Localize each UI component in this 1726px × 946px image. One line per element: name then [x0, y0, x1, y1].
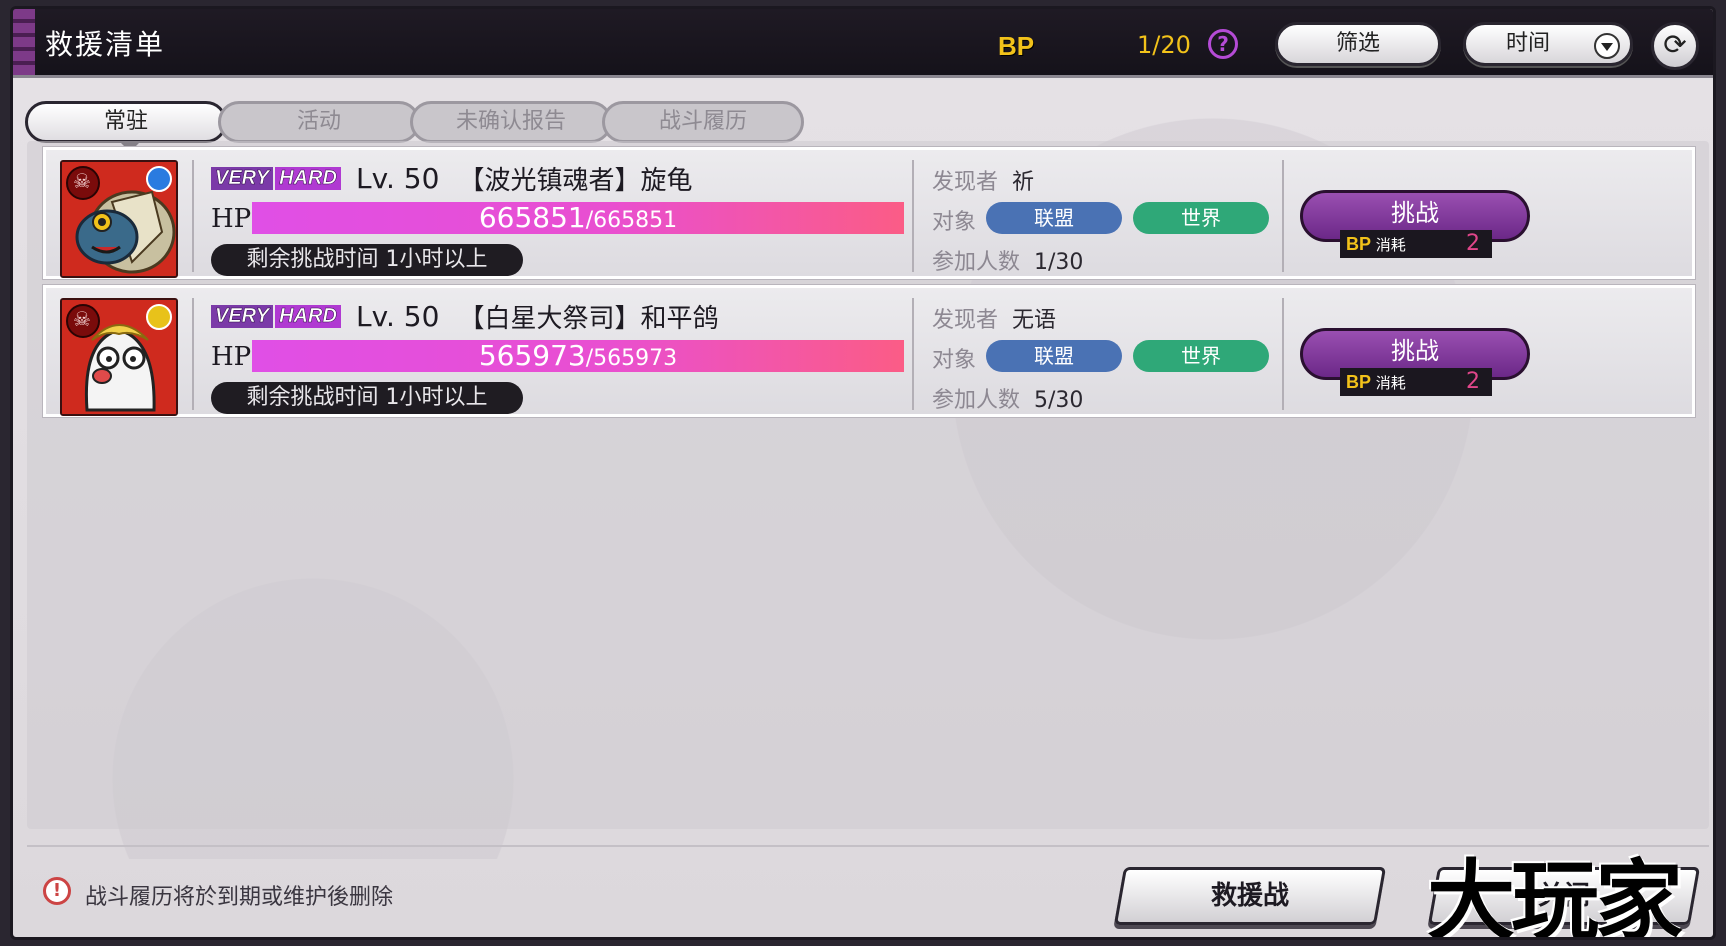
target-alliance-badge: 联盟	[986, 202, 1122, 234]
target-world-badge: 世界	[1133, 202, 1269, 234]
divider	[912, 298, 914, 410]
participants-line: 参加人数 5/30	[932, 382, 1083, 414]
divider	[1282, 160, 1284, 272]
skull-icon	[66, 304, 100, 338]
divider	[1282, 298, 1284, 410]
raid-list: VERYHARD Lv. 50 【波光镇魂者】旋龟 HP 665851/6658…	[27, 141, 1709, 829]
hp-bar: 665851/665851	[252, 202, 904, 234]
participants-count: 1/30	[1034, 250, 1084, 275]
hp-current: 665851	[478, 201, 586, 234]
difficulty-hard: HARD	[275, 305, 341, 328]
tab-unconfirmed-report[interactable]: 未确认报告	[410, 101, 612, 143]
tab-event[interactable]: 活动	[218, 101, 420, 143]
target-label: 对象	[932, 348, 977, 373]
raid-title-row: VERY HARD Lv. 50 【波光镇魂者】旋龟	[211, 160, 693, 196]
filter-button[interactable]: 筛选	[1275, 22, 1441, 66]
bp-cost-label: BP	[1346, 372, 1372, 392]
rescue-list-window: 救援清单 BP 1/20 ? 筛选 时间 ⟳ 常驻 活动 未确认报告 战斗履历	[10, 6, 1716, 940]
difficulty-very: VERY	[211, 305, 274, 328]
bp-label: BP	[998, 31, 1035, 61]
skull-icon	[66, 166, 100, 200]
boss-name: 【白星大祭司】和平鸽	[458, 304, 719, 334]
target-label: 对象	[932, 210, 977, 235]
discoverer-name: 祈	[1012, 170, 1035, 195]
bp-cost-value: 2	[1466, 369, 1480, 394]
hp-max: /665851	[585, 208, 678, 233]
bp-cost-badge: BP 消耗 2	[1340, 368, 1492, 396]
participants-label: 参加人数	[932, 250, 1021, 275]
tab-battle-history[interactable]: 战斗履历	[602, 101, 804, 143]
boss-portrait	[60, 160, 178, 278]
discoverer-line: 发现者 无语	[932, 302, 1056, 334]
participants-label: 参加人数	[932, 388, 1021, 413]
boss-portrait	[60, 298, 178, 416]
divider	[192, 298, 194, 410]
divider	[912, 160, 914, 272]
warning-icon: !	[43, 877, 71, 905]
bp-cost-badge: BP 消耗 2	[1340, 230, 1492, 258]
discoverer-line: 发现者祈	[932, 164, 1034, 196]
boss-name: 【波光镇魂者】旋龟	[458, 166, 693, 196]
remaining-time: 剩余挑战时间 1小时以上	[211, 382, 523, 414]
bp-cost-text: 消耗	[1375, 236, 1406, 254]
rescue-battle-button[interactable]: 救援战	[1113, 867, 1387, 925]
bp-cost-value: 2	[1466, 231, 1480, 256]
tab-resident[interactable]: 常驻	[25, 101, 227, 152]
bp-cost-text: 消耗	[1375, 374, 1406, 392]
discoverer-name: 无语	[1012, 308, 1057, 333]
history-notice: 战斗履历将於到期或维护後删除	[85, 885, 394, 910]
bp-count: 1/20	[1137, 31, 1191, 59]
refresh-icon[interactable]: ⟳	[1651, 22, 1699, 70]
difficulty-very: VERY	[211, 167, 274, 190]
hp-text: 565973/565973	[252, 340, 904, 376]
remaining-time: 剩余挑战时间 1小时以上	[211, 244, 523, 276]
chain-decoration	[13, 9, 35, 75]
raid-title-row: VERY HARD Lv. 50 【白星大祭司】和平鸽	[211, 298, 719, 334]
discoverer-label: 发现者	[932, 308, 999, 333]
participants-line: 参加人数 1/30	[932, 244, 1083, 276]
hp-bar: 565973/565973	[252, 340, 904, 372]
target-world-badge: 世界	[1133, 340, 1269, 372]
discoverer-label: 发现者	[932, 170, 999, 195]
difficulty-hard: HARD	[275, 167, 341, 190]
watermark-logo: 大玩家	[1427, 850, 1683, 940]
bp-cost-label: BP	[1346, 234, 1372, 254]
help-icon[interactable]: ?	[1208, 29, 1238, 59]
raid-card[interactable]: VERYHARD Lv. 50 【白星大祭司】和平鸽 HP 565973/565…	[43, 285, 1695, 417]
header-bar: 救援清单 BP 1/20 ? 筛选 时间 ⟳	[13, 9, 1713, 78]
boss-level: Lv. 50	[355, 300, 440, 333]
divider	[192, 160, 194, 272]
hp-label: HP	[211, 342, 252, 372]
window-title: 救援清单	[45, 28, 166, 61]
raid-card[interactable]: VERYHARD Lv. 50 【波光镇魂者】旋龟 HP 665851/6658…	[43, 147, 1695, 279]
boss-level: Lv. 50	[355, 162, 440, 195]
element-icon	[146, 304, 172, 330]
rescue-battle-label: 救援战	[1210, 881, 1289, 911]
element-icon	[146, 166, 172, 192]
participants-count: 5/30	[1034, 388, 1084, 413]
chevron-down-icon	[1594, 33, 1620, 59]
hp-max: /565973	[585, 346, 678, 371]
hp-text: 665851/665851	[252, 202, 904, 238]
sort-label: 时间	[1506, 31, 1551, 56]
hp-label: HP	[211, 204, 252, 234]
target-alliance-badge: 联盟	[986, 340, 1122, 372]
hp-current: 565973	[478, 339, 586, 372]
sort-dropdown[interactable]: 时间	[1463, 22, 1633, 66]
